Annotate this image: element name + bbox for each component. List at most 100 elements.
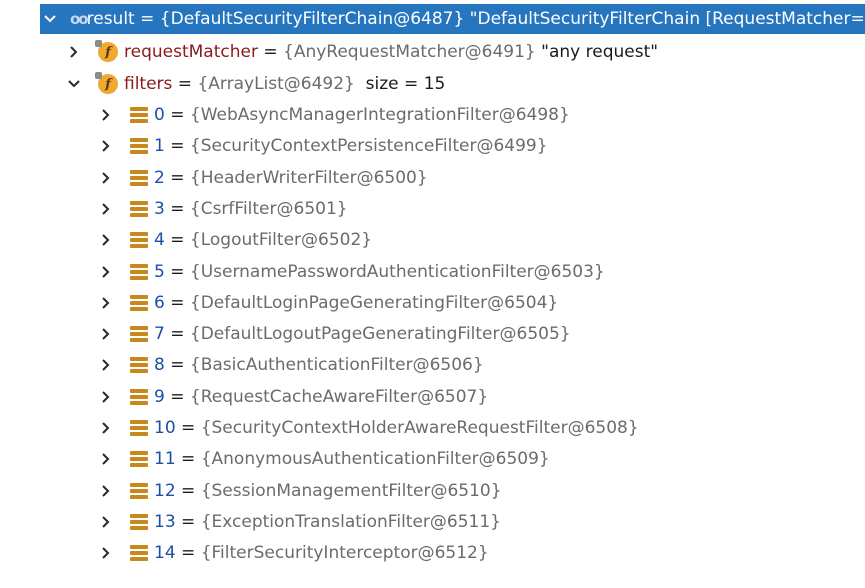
equals-sign: = [164,136,190,157]
element-type: {HeaderWriterFilter@6500} [189,167,428,188]
list-size: size = 15 [354,74,446,94]
chevron-down-icon[interactable] [42,11,58,27]
element-type: {WebAsyncManagerIntegrationFilter@6498} [189,105,570,125]
chevron-right-icon[interactable] [98,451,114,467]
chevron-right-icon[interactable] [98,514,114,530]
list-element-icon [130,232,148,249]
element-type: {DefaultLoginPageGeneratingFilter@6504} [189,292,559,313]
chevron-right-icon[interactable] [98,295,114,311]
element-index: 12 [154,480,176,501]
element-index: 4 [154,230,165,251]
tree-row-filter-element[interactable]: 10 = {SecurityContextHolderAwareRequestF… [0,413,865,443]
list-element-icon [130,138,148,155]
variable-type: {DefaultSecurityFilterChain@6487} [159,9,465,29]
element-index: 6 [154,292,165,313]
equals-sign: = [164,324,190,345]
list-element-icon [130,326,148,343]
element-type: {ExceptionTranslationFilter@6511} [200,511,501,532]
tree-row-filter-element[interactable]: 14 = {FilterSecurityInterceptor@6512} [0,538,865,568]
equals-sign: = [175,449,201,470]
element-index: 1 [154,136,165,157]
element-type: {FilterSecurityInterceptor@6512} [200,543,489,564]
chevron-right-icon[interactable] [98,201,114,217]
element-type: {DefaultLogoutPageGeneratingFilter@6505} [189,324,571,345]
element-type: {SecurityContextPersistenceFilter@6499} [189,136,548,157]
list-element-icon [130,107,148,123]
chevron-right-icon[interactable] [98,420,114,436]
chevron-right-icon[interactable] [98,545,114,561]
tree-row-filter-element[interactable]: 13 = {ExceptionTranslationFilter@6511} [0,507,865,537]
equals-sign: = [175,480,201,501]
element-type: {CsrfFilter@6501} [189,198,348,219]
equals-sign: = [164,105,190,125]
element-type: {SecurityContextHolderAwareRequestFilter… [200,418,639,438]
element-index: 13 [154,511,176,532]
field-value: "any request" [535,42,659,62]
tree-row-filter-element[interactable]: 11 = {AnonymousAuthenticationFilter@6509… [0,444,865,474]
chevron-right-icon[interactable] [98,107,114,123]
field-type: {ArrayList@6492} [197,74,355,94]
chevron-down-icon[interactable] [66,76,82,92]
tree-row-request-matcher[interactable]: f requestMatcher = {AnyRequestMatcher@64… [0,37,865,67]
element-index: 3 [154,198,165,219]
field-icon: f [95,40,118,62]
list-element-icon [130,545,148,562]
tree-row-filter-element[interactable]: 4 = {LogoutFilter@6502} [0,225,865,255]
chevron-right-icon[interactable] [98,232,114,248]
list-element-icon [130,200,148,217]
equals-sign: = [164,386,190,407]
tree-row-filter-element[interactable]: 3 = {CsrfFilter@6501} [0,194,865,224]
list-element-icon [130,388,148,405]
chevron-right-icon[interactable] [98,389,114,405]
chevron-right-icon[interactable] [98,138,114,154]
variable-value: "DefaultSecurityFilterChain [RequestMatc… [469,9,865,29]
list-element-icon [130,420,148,436]
chevron-right-icon[interactable] [98,326,114,342]
element-type: {SessionManagementFilter@6510} [200,480,502,501]
element-type: {RequestCacheAwareFilter@6507} [189,386,489,407]
tree-row-filter-element[interactable]: 8 = {BasicAuthenticationFilter@6506} [0,350,865,380]
tree-row-filter-element[interactable]: 0 = {WebAsyncManagerIntegrationFilter@64… [0,100,865,130]
element-index: 5 [154,261,165,282]
field-type: {AnyRequestMatcher@6491} [283,42,536,62]
element-type: {BasicAuthenticationFilter@6506} [189,355,484,376]
tree-row-filter-element[interactable]: 12 = {SessionManagementFilter@6510} [0,476,865,506]
list-element-icon [130,169,148,186]
list-element-icon [130,357,148,374]
list-element-icon [130,263,148,280]
equals-sign: = [175,511,201,532]
tree-row-filter-element[interactable]: 9 = {RequestCacheAwareFilter@6507} [0,382,865,412]
element-index: 10 [154,418,176,438]
list-element-icon [130,513,148,530]
tree-row-filter-element[interactable]: 7 = {DefaultLogoutPageGeneratingFilter@6… [0,319,865,349]
field-name: filters [124,74,173,94]
chevron-right-icon[interactable] [98,170,114,186]
chevron-right-icon[interactable] [98,357,114,373]
tree-row-filter-element[interactable]: 5 = {UsernamePasswordAuthenticationFilte… [0,257,865,287]
tree-row-filter-element[interactable]: 1 = {SecurityContextPersistenceFilter@64… [0,131,865,161]
tree-row-filters[interactable]: f filters = {ArrayList@6492} size = 15 [0,69,865,99]
list-element-icon [130,294,148,311]
equals-sign: = [257,42,284,62]
element-index: 8 [154,355,165,376]
equals-sign: = [172,74,198,94]
tree-row-result[interactable]: oo result = {DefaultSecurityFilterChain@… [40,4,865,34]
equals-sign: = [164,355,190,376]
variable-name: result [86,9,135,29]
equals-sign: = [164,167,190,188]
element-index: 0 [154,105,165,125]
equals-sign: = [164,198,190,219]
chevron-right-icon[interactable] [98,483,114,499]
tree-row-filter-element[interactable]: 2 = {HeaderWriterFilter@6500} [0,163,865,193]
element-type: {AnonymousAuthenticationFilter@6509} [200,449,550,470]
equals-sign: = [175,418,201,438]
chevron-right-icon[interactable] [98,264,114,280]
equals-sign: = [134,9,160,29]
tree-row-filter-element[interactable]: 6 = {DefaultLoginPageGeneratingFilter@65… [0,288,865,318]
equals-sign: = [164,230,190,251]
chevron-right-icon[interactable] [66,44,82,60]
element-index: 7 [154,324,165,345]
element-index: 2 [154,167,165,188]
list-element-icon [130,482,148,499]
equals-sign: = [175,543,201,564]
